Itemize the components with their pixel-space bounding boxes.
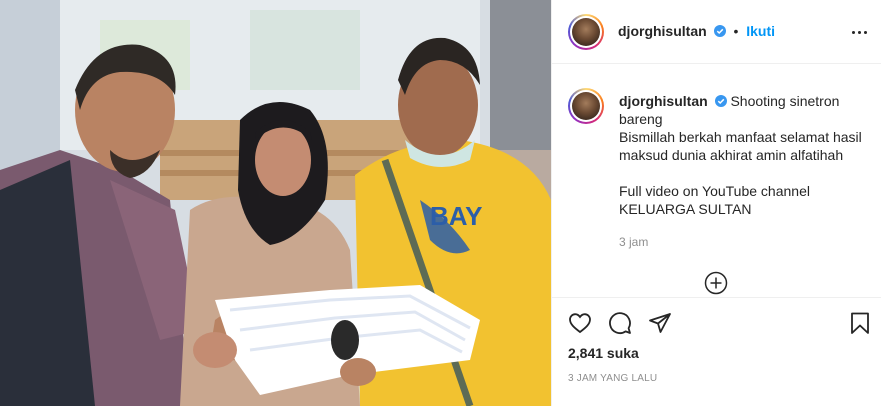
header-username[interactable]: djorghisultan bbox=[618, 23, 707, 39]
caption-text-line: Bismillah berkah manfaat selamat hasil bbox=[619, 129, 862, 145]
bookmark-icon[interactable] bbox=[848, 311, 872, 335]
plus-circle-icon[interactable] bbox=[704, 271, 728, 295]
caption-text-line: bareng bbox=[619, 111, 663, 127]
caption-text-line: Shooting sinetron bbox=[730, 93, 840, 109]
caption-text-line: Full video on YouTube channel bbox=[619, 183, 810, 199]
comments-area: djorghisultan Shooting sinetron bareng B… bbox=[552, 65, 881, 297]
post-timestamp[interactable]: 3 JAM YANG LALU bbox=[568, 373, 657, 384]
comment-icon[interactable] bbox=[608, 311, 632, 335]
header-user-row: djorghisultan • Ikuti bbox=[618, 23, 775, 39]
header-avatar[interactable] bbox=[568, 14, 604, 50]
caption-text-line: KELUARGA SULTAN bbox=[619, 201, 752, 217]
post-photo[interactable]: BAY bbox=[0, 0, 551, 406]
post-image: BAY bbox=[0, 0, 551, 406]
caption-time[interactable]: 3 jam bbox=[619, 235, 648, 249]
action-bar: 2,841 suka 3 JAM YANG LALU bbox=[552, 297, 881, 406]
separator-dot: • bbox=[733, 23, 739, 39]
heart-icon[interactable] bbox=[568, 311, 592, 335]
verified-badge-icon bbox=[714, 95, 727, 107]
caption-avatar[interactable] bbox=[568, 88, 604, 124]
post-header: djorghisultan • Ikuti bbox=[552, 0, 881, 64]
more-options-icon[interactable] bbox=[850, 24, 868, 40]
post-sidebar: djorghisultan • Ikuti djorghisultan Shoo… bbox=[551, 0, 881, 406]
share-icon[interactable] bbox=[648, 311, 672, 335]
like-count[interactable]: 2,841 suka bbox=[568, 345, 639, 361]
caption-username[interactable]: djorghisultan bbox=[619, 93, 708, 109]
follow-button[interactable]: Ikuti bbox=[746, 23, 775, 39]
caption-text-line: maksud dunia akhirat amin alfatihah bbox=[619, 147, 844, 163]
caption: djorghisultan Shooting sinetron bareng B… bbox=[619, 92, 864, 218]
caption-first-line: djorghisultan Shooting sinetron bbox=[619, 92, 864, 110]
verified-badge-icon bbox=[713, 25, 726, 37]
svg-text:BAY: BAY bbox=[430, 201, 483, 231]
